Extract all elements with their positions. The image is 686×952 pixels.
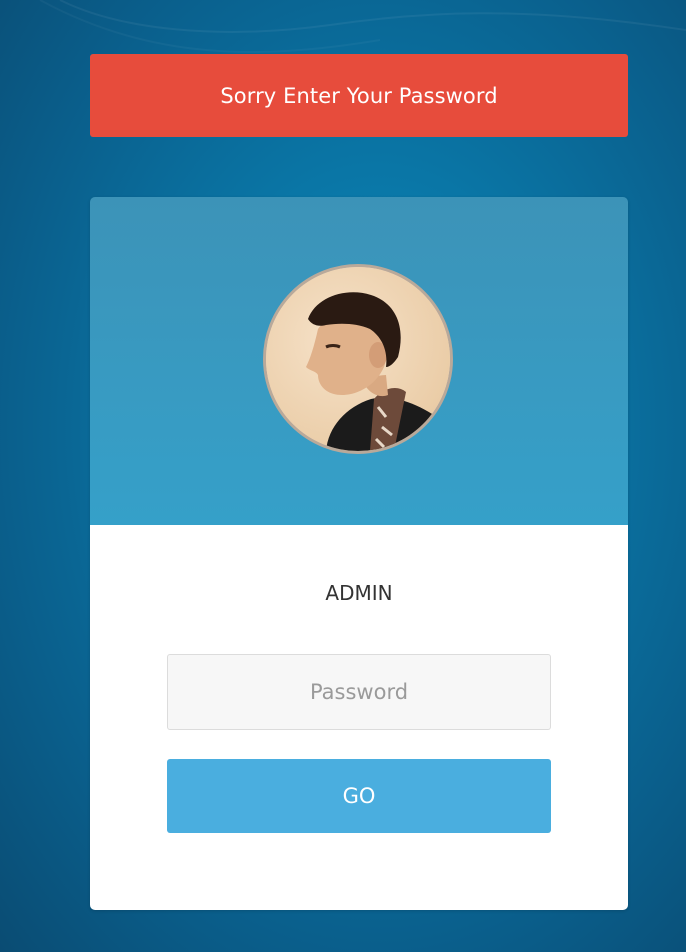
go-button[interactable]: GO xyxy=(167,759,551,833)
user-photo-icon xyxy=(266,267,450,451)
login-card-body: ADMIN GO xyxy=(90,525,628,910)
avatar xyxy=(263,264,453,454)
error-alert-message: Sorry Enter Your Password xyxy=(220,83,498,108)
username-label: ADMIN xyxy=(325,581,393,605)
login-card-header xyxy=(90,197,628,525)
login-card: ADMIN GO xyxy=(90,197,628,910)
password-input[interactable] xyxy=(167,654,551,730)
error-alert: Sorry Enter Your Password xyxy=(90,54,628,137)
